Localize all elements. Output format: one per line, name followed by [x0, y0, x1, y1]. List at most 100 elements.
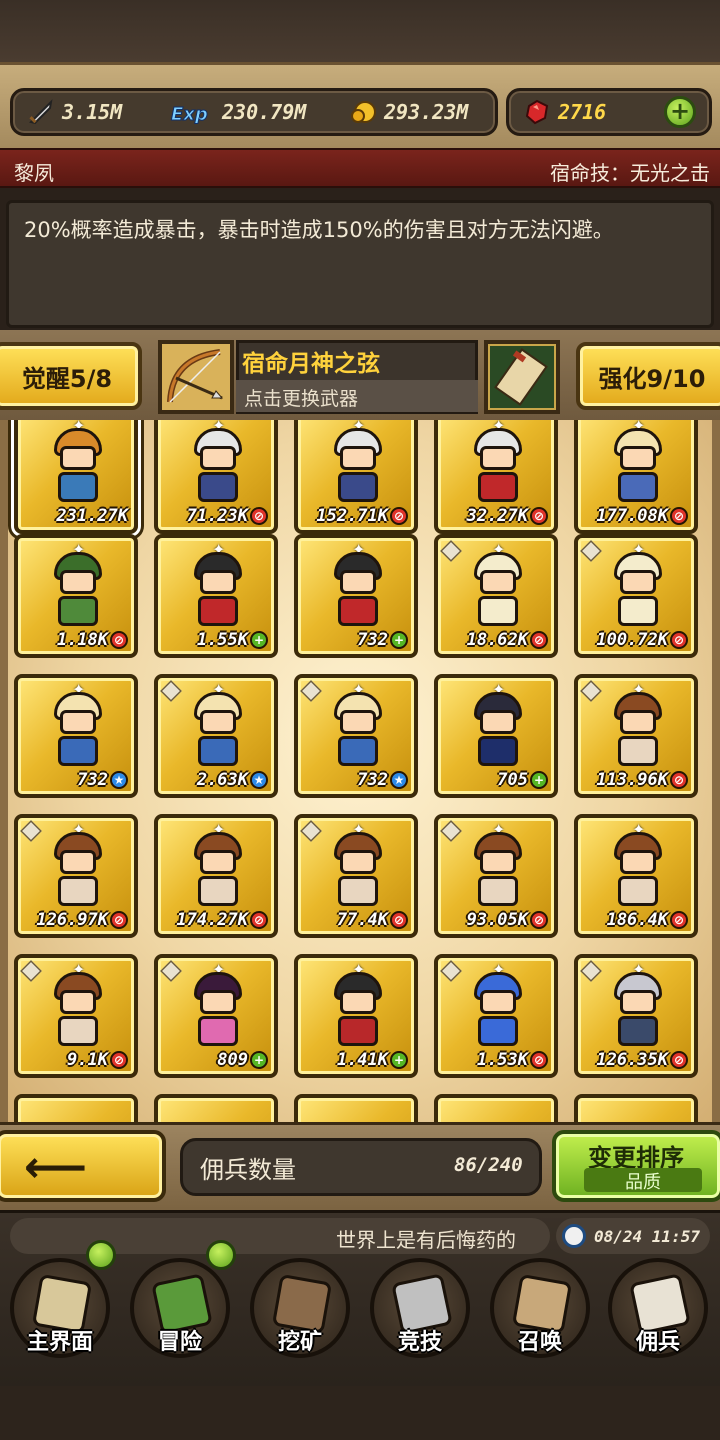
mercenary-power-value: 732 — [77, 770, 108, 790]
skill-scroll-slot[interactable] — [484, 340, 560, 414]
equipment-flag-icon — [20, 960, 42, 982]
mercenary-portrait — [50, 972, 106, 1050]
mercenary-portrait — [610, 552, 666, 630]
mercenary-card[interactable]: ✦ 732 ★ — [294, 674, 418, 798]
add-gems-button[interactable]: + — [664, 96, 696, 128]
change-weapon-hint-bar[interactable]: 点击更换武器 — [236, 380, 478, 412]
mercenary-portrait — [470, 552, 526, 630]
mercenary-card[interactable]: ✦ 732 + — [294, 534, 418, 658]
footer-bar — [0, 1386, 720, 1440]
mercenary-card[interactable]: ✦32.27K⊘ — [434, 420, 558, 534]
equipment-flag-icon — [440, 960, 462, 982]
mercenary-portrait — [190, 428, 246, 506]
mercenary-power: 732 ★ — [357, 770, 408, 790]
mercenary-card[interactable]: ✦ 186.4K ⊘ — [574, 814, 698, 938]
mercenary-portrait — [470, 428, 526, 506]
mercenary-card[interactable]: ✦ 1.41K + — [294, 954, 418, 1078]
mercenary-card[interactable]: ✦ 1.18K ⊘ — [14, 534, 138, 658]
mercenary-card[interactable]: ✦ 2.63K ★ — [154, 674, 278, 798]
mercenary-power: 177.08K ⊘ — [596, 506, 688, 526]
sword-icon — [26, 97, 56, 127]
mercenary-card[interactable]: ✦ 100.72K ⊘ — [574, 534, 698, 658]
mercenary-portrait — [470, 832, 526, 910]
weapon-slot[interactable] — [158, 340, 234, 414]
mercenary-card[interactable]: ✦ 705 + — [434, 674, 558, 798]
mercenary-power: 93.05K ⊘ — [467, 910, 548, 930]
mercenary-portrait — [50, 832, 106, 910]
equipment-flag-icon — [160, 960, 182, 982]
nav-item-1[interactable]: 冒险 — [122, 1240, 238, 1364]
gem-resource: 2716 — [522, 97, 606, 127]
support-class-icon: + — [530, 771, 548, 789]
equipment-flag-icon — [580, 680, 602, 702]
mercenary-card[interactable]: ✦ 126.97K ⊘ — [14, 814, 138, 938]
notification-dot — [206, 1240, 236, 1270]
enhance-button[interactable]: 强化9/10 — [576, 342, 720, 410]
equipment-flag-icon — [580, 960, 602, 982]
mercenary-power: 809 + — [217, 1050, 268, 1070]
ruby-gem-icon — [522, 97, 552, 127]
mercenary-card[interactable]: ✦ 1.53K ⊘ — [434, 954, 558, 1078]
mercenary-portrait — [50, 692, 106, 770]
nav-item-2[interactable]: 挖矿 — [242, 1254, 358, 1364]
mercenary-card[interactable]: ✦ 174.27K ⊘ — [154, 814, 278, 938]
support-class-icon: + — [390, 1051, 408, 1069]
mercenary-power-value: 231.27K — [56, 506, 128, 526]
skill-description: 20%概率造成暴击，暴击时造成150%的伤害且对方无法闪避。 — [24, 218, 614, 242]
mercenary-card[interactable]: ✦231.27K — [14, 420, 138, 534]
mercenary-card[interactable]: ✦ 126.35K ⊘ — [574, 954, 698, 1078]
mercenary-portrait — [50, 428, 106, 506]
nav-item-4[interactable]: 召唤 — [482, 1254, 598, 1364]
mercenary-portrait — [190, 692, 246, 770]
mercenary-card[interactable]: ✦ 1.55K + — [154, 534, 278, 658]
mercenary-card[interactable]: ✦177.08K⊘ — [574, 420, 698, 534]
mercenary-power-value: 1.18K — [56, 630, 108, 650]
magic-class-icon: ★ — [110, 771, 128, 789]
mercenary-power-value: 1.55K — [196, 630, 248, 650]
attack-class-icon: ⊘ — [390, 507, 408, 525]
mercenary-card[interactable]: ✦ 18.62K ⊘ — [434, 534, 558, 658]
mercenary-portrait — [330, 692, 386, 770]
hero-name: 黎夙 — [14, 161, 54, 185]
mercenary-power: 71.23K ⊘ — [187, 506, 268, 526]
mercenary-card[interactable]: ✦152.71K⊘ — [294, 420, 418, 534]
equipment-flag-icon — [300, 820, 322, 842]
mercenary-card[interactable]: ✦71.23K⊘ — [154, 420, 278, 534]
exp-value: 230.79M — [222, 100, 307, 124]
nav-label: 冒险 — [157, 1330, 202, 1355]
mercenary-portrait — [330, 972, 386, 1050]
mercenary-power-value: 126.35K — [596, 1050, 668, 1070]
mercenary-power-value: 32.27K — [466, 506, 528, 526]
equipment-flag-icon — [160, 680, 182, 702]
attack-class-icon: ⊘ — [670, 507, 688, 525]
mercenary-card[interactable]: ✦ 732 ★ — [14, 674, 138, 798]
attack-class-icon: ⊘ — [670, 631, 688, 649]
attack-class-icon: ⊘ — [390, 911, 408, 929]
mercenary-card[interactable]: ✦ 9.1K ⊘ — [14, 954, 138, 1078]
sort-mode-quality: 品质 — [584, 1168, 702, 1193]
left-arrow-icon: ⟵ — [24, 1142, 88, 1193]
equipment-flag-icon — [300, 680, 322, 702]
mercenary-card[interactable]: ✦ 93.05K ⊘ — [434, 814, 558, 938]
mercenary-portrait — [330, 832, 386, 910]
mercenary-card[interactable]: ✦ 77.4K ⊘ — [294, 814, 418, 938]
mercenary-power: 100.72K ⊘ — [596, 630, 688, 650]
gold-value: 293.23M — [384, 100, 469, 124]
mercenary-power-value: 152.71K — [316, 506, 388, 526]
nav-item-3[interactable]: 竞技 — [362, 1254, 478, 1364]
magic-class-icon: ★ — [390, 771, 408, 789]
awaken-button[interactable]: 觉醒5/8 — [0, 342, 142, 410]
nav-label: 召唤 — [517, 1330, 562, 1355]
nav-item-5[interactable]: 佣兵 — [600, 1254, 716, 1364]
mercenary-power-value: 2.63K — [196, 770, 248, 790]
mercenary-power: 186.4K ⊘ — [607, 910, 688, 930]
attack-class-icon: ⊘ — [670, 911, 688, 929]
nav-item-0[interactable]: 主界面 — [2, 1240, 118, 1364]
mercenary-card[interactable]: ✦ 809 + — [154, 954, 278, 1078]
mercenary-grid: ✦231.27K✦71.23K⊘✦152.71K⊘✦32.27K⊘✦177.08… — [0, 420, 720, 1126]
back-button[interactable]: ⟵ — [0, 1130, 166, 1202]
mercenary-portrait — [330, 428, 386, 506]
mercenary-card[interactable]: ✦ 113.96K ⊘ — [574, 674, 698, 798]
mercenary-power-value: 77.4K — [336, 910, 388, 930]
mercenary-power: 1.53K ⊘ — [477, 1050, 548, 1070]
